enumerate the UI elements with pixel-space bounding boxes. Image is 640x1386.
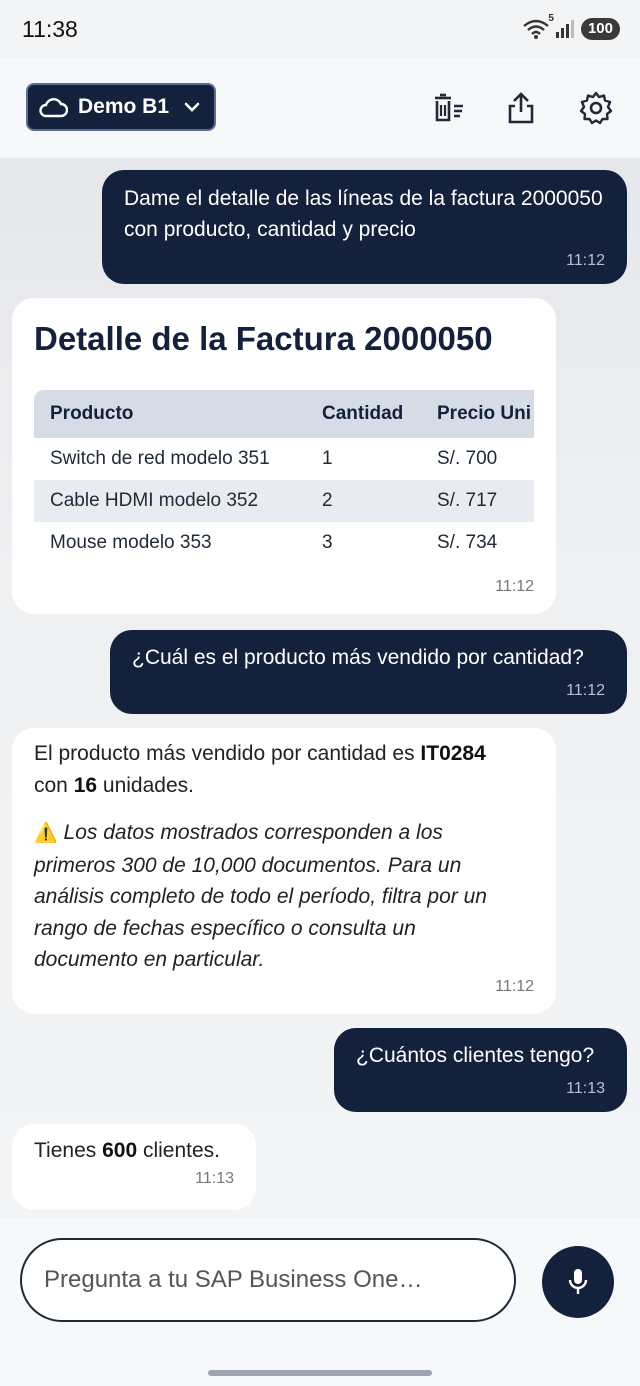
answer-suffix: unidades.	[97, 774, 194, 797]
status-bar: 11:38 5 100	[0, 0, 640, 58]
answer-prefix: El producto más vendido por cantidad es	[34, 742, 421, 765]
table-row: Cable HDMI modelo 352 2 S/. 717	[34, 480, 534, 522]
assistant-message-clients: Tienes 600 clientes. 11:13	[12, 1124, 256, 1210]
warning-text: Los datos mostrados corresponden a los p…	[34, 821, 487, 971]
assistant-message-invoice: Detalle de la Factura 2000050 Producto C…	[12, 298, 556, 614]
chat-messages[interactable]: Dame el detalle de las líneas de la fact…	[0, 158, 640, 1218]
cell-precio: S/. 717	[437, 490, 498, 511]
message-time: 11:12	[566, 252, 605, 269]
wifi-badge: 5	[548, 13, 554, 24]
microphone-button[interactable]	[542, 1246, 614, 1318]
battery-indicator: 100	[580, 18, 620, 40]
column-header-precio: Precio Uni	[437, 403, 531, 424]
message-time: 11:12	[566, 682, 605, 699]
warning-note: ⚠️ Los datos mostrados corresponden a lo…	[34, 817, 524, 976]
instance-selector-button[interactable]: Demo B1	[26, 83, 216, 131]
column-header-producto: Producto	[50, 403, 134, 424]
microphone-icon	[566, 1267, 590, 1297]
status-icons: 5 100	[523, 13, 620, 40]
message-time: 11:13	[566, 1080, 605, 1097]
cell-cantidad: 3	[322, 532, 333, 553]
composer-bar: Pregunta a tu SAP Business One…	[0, 1218, 640, 1386]
table-row: Switch de red modelo 351 1 S/. 700	[34, 438, 534, 480]
cell-cantidad: 1	[322, 448, 333, 469]
wifi-icon: 5	[523, 13, 554, 39]
product-code: IT0284	[420, 742, 486, 765]
clear-chat-icon[interactable]	[428, 88, 468, 128]
message-text: Tienes 600 clientes.	[34, 1135, 220, 1167]
table-row: Mouse modelo 353 3 S/. 734	[34, 522, 534, 564]
cell-producto: Mouse modelo 353	[50, 532, 212, 553]
answer-suffix: clientes.	[137, 1139, 221, 1162]
signal-icon	[555, 20, 575, 38]
invoice-title: Detalle de la Factura 2000050	[34, 320, 493, 357]
status-time: 11:38	[22, 16, 78, 42]
message-time: 11:13	[195, 1170, 234, 1187]
message-time: 11:12	[495, 978, 534, 995]
cell-precio: S/. 700	[437, 448, 498, 469]
user-message: ¿Cuál es el producto más vendido por can…	[110, 630, 627, 714]
message-text: Dame el detalle de las líneas de la fact…	[124, 187, 603, 241]
share-icon[interactable]	[501, 88, 541, 128]
instance-label: Demo B1	[78, 95, 170, 118]
message-text: El producto más vendido por cantidad es …	[34, 738, 534, 802]
answer-mid: con	[34, 774, 74, 797]
message-text: ¿Cuántos clientes tengo?	[356, 1044, 595, 1067]
home-indicator[interactable]	[208, 1370, 432, 1376]
assistant-message-top-product: El producto más vendido por cantidad es …	[12, 728, 556, 1014]
chevron-down-icon	[184, 102, 200, 112]
warning-icon: ⚠️	[34, 823, 58, 844]
invoice-lines-table[interactable]: Producto Cantidad Precio Uni Switch de r…	[34, 390, 534, 522]
clients-count: 600	[102, 1139, 138, 1162]
app-bar: Demo B1	[0, 58, 640, 158]
settings-icon[interactable]	[576, 88, 616, 128]
answer-prefix: Tienes	[34, 1139, 103, 1162]
message-text: ¿Cuál es el producto más vendido por can…	[132, 646, 584, 669]
units-count: 16	[73, 774, 98, 797]
cell-producto: Switch de red modelo 351	[50, 448, 270, 469]
user-message: ¿Cuántos clientes tengo? 11:13	[334, 1028, 627, 1112]
question-input[interactable]: Pregunta a tu SAP Business One…	[20, 1238, 516, 1322]
table-header-row: Producto Cantidad Precio Uni	[34, 390, 534, 438]
cell-cantidad: 2	[322, 490, 333, 511]
user-message: Dame el detalle de las líneas de la fact…	[102, 170, 627, 284]
message-time: 11:12	[495, 578, 534, 595]
cell-precio: S/. 734	[437, 532, 498, 553]
input-placeholder: Pregunta a tu SAP Business One…	[44, 1266, 423, 1293]
column-header-cantidad: Cantidad	[322, 403, 404, 424]
cloud-icon	[38, 96, 68, 118]
cell-producto: Cable HDMI modelo 352	[50, 490, 259, 511]
